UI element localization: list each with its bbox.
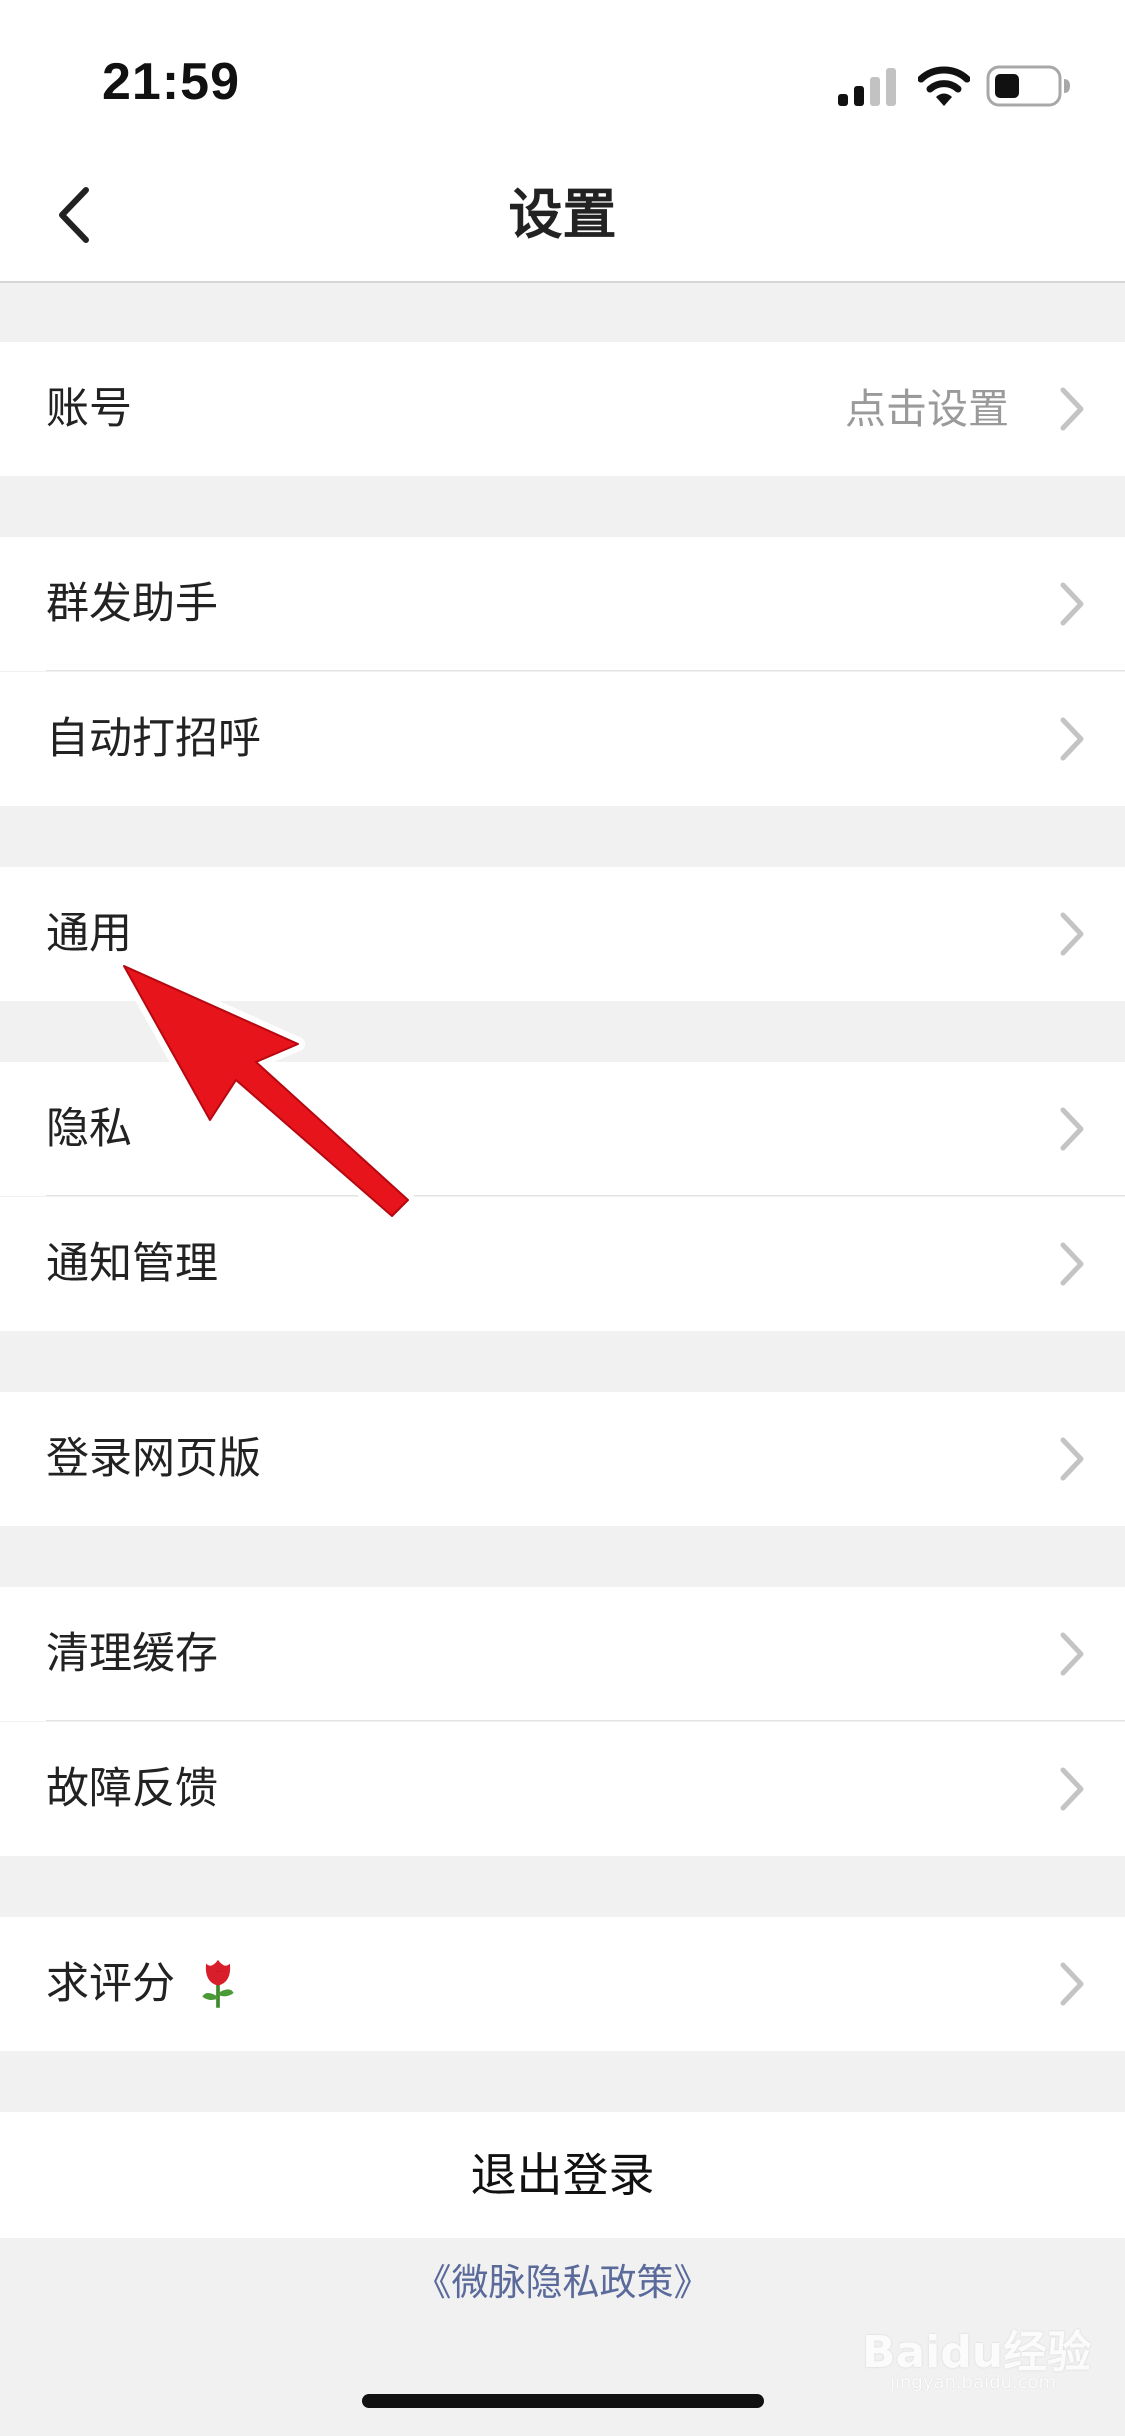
chevron-right-icon (1060, 1767, 1084, 1811)
row-value: 点击设置 (845, 385, 1009, 433)
chevron-right-icon (1060, 387, 1084, 431)
row-label: 群发助手 (46, 579, 218, 629)
nav-bar: 设置 (0, 150, 1125, 283)
logout-button[interactable]: 退出登录 (0, 2112, 1125, 2238)
row-label-text: 求评分 (46, 1959, 175, 2009)
chevron-right-icon (1060, 1242, 1084, 1286)
chevron-right-icon (1060, 1962, 1084, 2006)
status-time: 21:59 (102, 53, 240, 111)
battery-icon (986, 65, 1070, 107)
settings-row-auto-greeting[interactable]: 自动打招呼 (0, 672, 1125, 806)
home-indicator (362, 2394, 764, 2408)
chevron-right-icon (1060, 1437, 1084, 1481)
divider (46, 670, 1125, 671)
chevron-right-icon (1060, 1107, 1084, 1151)
chevron-right-icon (1060, 1632, 1084, 1676)
settings-row-clear-cache[interactable]: 清理缓存 (0, 1587, 1125, 1721)
chevron-right-icon (1060, 717, 1084, 761)
row-label: 账号 (46, 384, 132, 434)
settings-row-mass-message[interactable]: 群发助手 (0, 537, 1125, 671)
settings-row-feedback[interactable]: 故障反馈 (0, 1722, 1125, 1856)
status-bar: 21:59 (0, 0, 1125, 150)
logout-label: 退出登录 (470, 2148, 655, 2202)
chevron-right-icon (1060, 582, 1084, 626)
row-label: 登录网页版 (46, 1434, 261, 1484)
row-label: 自动打招呼 (46, 714, 261, 764)
settings-row-rate[interactable]: 求评分 (0, 1917, 1125, 2051)
rose-icon (202, 1959, 234, 2008)
chevron-right-icon (1060, 912, 1084, 956)
annotation-arrow (117, 959, 415, 1223)
watermark-sub: jingyan.baidu.com (890, 2372, 1057, 2393)
settings-row-account[interactable]: 账号 点击设置 (0, 342, 1125, 476)
watermark-text: Baidu经验 (862, 2327, 1092, 2378)
divider (46, 1720, 1125, 1721)
row-label: 清理缓存 (46, 1629, 218, 1679)
row-label: 故障反馈 (46, 1764, 218, 1814)
page-title: 设置 (508, 183, 617, 246)
signal-icon (838, 68, 896, 106)
settings-row-web-login[interactable]: 登录网页版 (0, 1392, 1125, 1526)
privacy-policy-link[interactable]: 《微脉隐私政策》 (0, 2252, 1125, 2306)
wifi-icon (918, 66, 970, 106)
row-label: 求评分 (46, 1917, 241, 2051)
